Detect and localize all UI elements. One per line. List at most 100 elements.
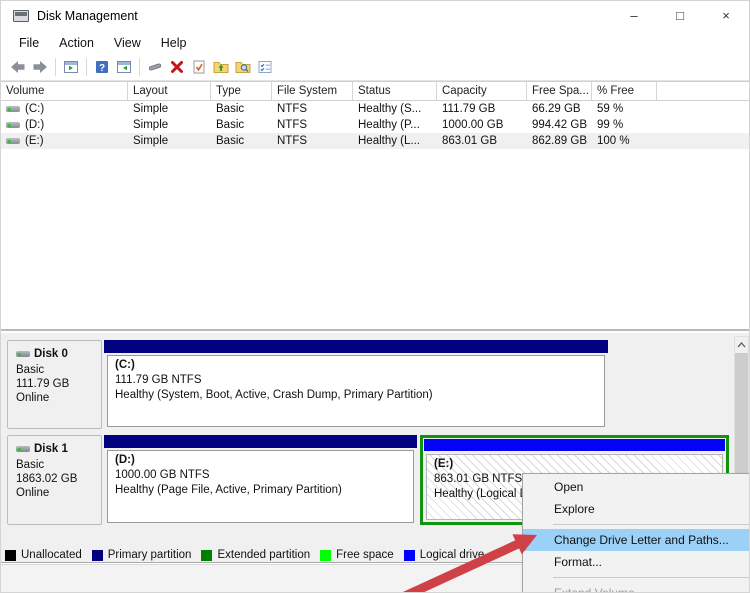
open-folder-icon[interactable] [210, 56, 232, 78]
legend-label: Unallocated [21, 549, 82, 561]
cell-status: Healthy (S... [358, 103, 422, 115]
column-header-capacity[interactable]: Capacity [437, 82, 527, 100]
cell-filesystem: NTFS [277, 119, 308, 131]
disk-icon [16, 446, 30, 452]
cell-pctfree: 100 % [597, 135, 630, 147]
menu-item-change-drive-letter[interactable]: Change Drive Letter and Paths... [523, 529, 749, 551]
column-header-volume[interactable]: Volume [1, 82, 128, 100]
checklist-icon[interactable] [254, 56, 276, 78]
partition-c[interactable]: (C:) 111.79 GB NTFS Healthy (System, Boo… [104, 340, 608, 429]
toolbar-separator [86, 58, 87, 76]
legend-label: Free space [336, 549, 394, 561]
disk-status: Online [16, 487, 50, 499]
volume-icon [6, 106, 20, 112]
primary-partition-band [104, 340, 608, 353]
column-header-layout[interactable]: Layout [128, 82, 211, 100]
tool-icon[interactable] [144, 56, 166, 78]
toolbar-separator [139, 58, 140, 76]
disk-name: Disk 1 [34, 443, 68, 455]
disk-icon [16, 351, 30, 357]
volume-row-d[interactable]: (D:) Simple Basic NTFS Healthy (P... 100… [1, 117, 749, 133]
svg-text:?: ? [99, 63, 105, 74]
delete-volume-icon[interactable] [166, 56, 188, 78]
disk1-label[interactable]: Disk 1 Basic 1863.02 GB Online [7, 435, 102, 525]
disk-name: Disk 0 [34, 348, 68, 360]
volume-table-body: (C:) Simple Basic NTFS Healthy (S... 111… [1, 101, 749, 149]
cell-type: Basic [216, 119, 245, 131]
menu-item-extend-volume: Extend Volume... [554, 586, 645, 593]
close-button[interactable]: × [703, 1, 749, 31]
volume-name: (D:) [25, 119, 45, 131]
cell-capacity: 1000.00 GB [442, 119, 504, 131]
minimize-button[interactable]: – [611, 1, 657, 31]
menu-item-open[interactable]: Open [523, 476, 749, 498]
cell-freespace: 66.29 GB [532, 103, 581, 115]
volume-name: (E:) [25, 135, 44, 147]
cell-capacity: 111.79 GB [442, 103, 496, 115]
legend-label: Primary partition [107, 549, 192, 561]
help-icon[interactable]: ? [91, 56, 113, 78]
column-header-freespace[interactable]: Free Spa... [527, 82, 592, 100]
legend-item-extended: Extended partition [201, 549, 310, 561]
context-menu: Open Explore Change Drive Letter and Pat… [522, 473, 749, 593]
primary-partition-band [104, 435, 417, 448]
legend-item-logical: Logical drive [403, 549, 484, 561]
disk0-row: Disk 0 Basic 111.79 GB Online (C:) 111.7… [7, 340, 722, 429]
partition-health: Healthy (Page File, Active, Primary Part… [115, 484, 342, 496]
legend-item-primary: Primary partition [91, 549, 192, 561]
column-header-filesystem[interactable]: File System [272, 82, 353, 100]
disk-size: 1863.02 GB [16, 473, 78, 485]
action-pane-icon[interactable] [113, 56, 135, 78]
title-bar: Disk Management – □ × [1, 1, 749, 31]
volume-row-c[interactable]: (C:) Simple Basic NTFS Healthy (S... 111… [1, 101, 749, 117]
legend-bar: Unallocated Primary partition Extended p… [5, 547, 484, 563]
partition-label: (E:) [434, 458, 454, 470]
extended-partition-swatch [201, 549, 213, 561]
menu-separator [553, 577, 749, 578]
check-document-icon[interactable] [188, 56, 210, 78]
maximize-button[interactable]: □ [657, 1, 703, 31]
forward-icon[interactable] [29, 56, 51, 78]
partition-size: 1000.00 GB NTFS [115, 469, 210, 481]
disk-status: Online [16, 392, 50, 404]
volume-table-header: Volume Layout Type File System Status Ca… [1, 81, 749, 101]
cell-filesystem: NTFS [277, 135, 308, 147]
disk-type: Basic [16, 459, 45, 471]
volume-icon [6, 138, 20, 144]
menu-action[interactable]: Action [49, 36, 104, 50]
menu-view[interactable]: View [104, 36, 151, 50]
partition-size: 111.79 GB NTFS [115, 374, 202, 386]
legend-item-unallocated: Unallocated [5, 549, 82, 561]
volume-name: (C:) [25, 103, 45, 115]
cell-capacity: 863.01 GB [442, 135, 497, 147]
window-title: Disk Management [37, 9, 138, 23]
toolbar-separator [55, 58, 56, 76]
disk0-label[interactable]: Disk 0 Basic 111.79 GB Online [7, 340, 102, 429]
column-header-filler [657, 82, 749, 100]
volume-row-e[interactable]: (E:) Simple Basic NTFS Healthy (L... 863… [1, 133, 749, 149]
partition-d[interactable]: (D:) 1000.00 GB NTFS Healthy (Page File,… [104, 435, 417, 525]
console-tree-icon[interactable] [60, 56, 82, 78]
cell-layout: Simple [133, 135, 169, 147]
partition-health: Healthy (System, Boot, Active, Crash Dum… [115, 389, 433, 401]
free-space-swatch [320, 549, 332, 561]
back-icon[interactable] [7, 56, 29, 78]
menu-help[interactable]: Help [151, 36, 197, 50]
scroll-up-icon[interactable] [735, 337, 748, 352]
disk-size: 111.79 GB [16, 378, 70, 390]
column-header-type[interactable]: Type [211, 82, 272, 100]
column-header-status[interactable]: Status [353, 82, 437, 100]
legend-label: Extended partition [217, 549, 311, 561]
cell-freespace: 862.89 GB [532, 135, 587, 147]
column-header-pctfree[interactable]: % Free [592, 82, 657, 100]
menu-file[interactable]: File [9, 36, 49, 50]
menu-item-explore[interactable]: Explore [523, 498, 749, 520]
cell-type: Basic [216, 135, 245, 147]
cell-layout: Simple [133, 103, 169, 115]
explore-folder-icon[interactable] [232, 56, 254, 78]
cell-filesystem: NTFS [277, 103, 308, 115]
cell-status: Healthy (L... [358, 135, 420, 147]
cell-pctfree: 99 % [597, 119, 624, 131]
cell-layout: Simple [133, 119, 169, 131]
menu-item-format[interactable]: Format... [523, 551, 749, 573]
